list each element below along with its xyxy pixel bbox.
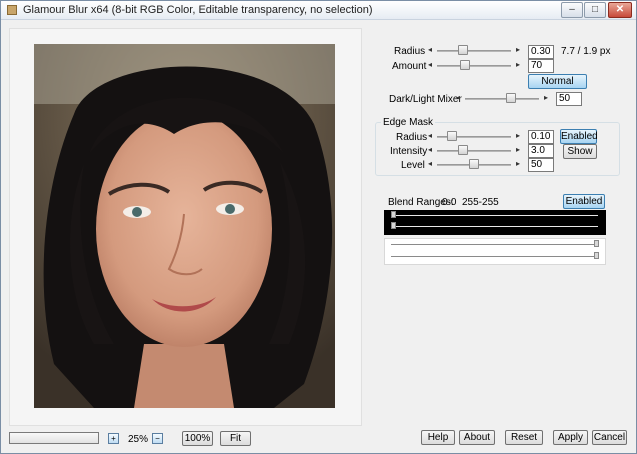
dark-light-label: Dark/Light Mixer <box>389 94 462 105</box>
blend-range-low: 0-0 <box>442 197 457 208</box>
apply-button[interactable]: Apply <box>553 430 588 445</box>
intensity-slider[interactable]: ◂ ▸ <box>428 145 520 156</box>
edge-mask-show-button[interactable]: Show <box>563 144 597 159</box>
blend-enabled-button[interactable]: Enabled <box>563 194 605 209</box>
radius-slider[interactable]: ◂ ▸ <box>428 45 520 56</box>
amount-input[interactable]: 70 <box>528 59 554 73</box>
level-label: Level <box>401 160 425 171</box>
plugin-window: Glamour Blur x64 (8-bit RGB Color, Edita… <box>0 0 637 454</box>
blend-range-dark-bar[interactable] <box>384 210 606 235</box>
intensity-input[interactable]: 3.0 <box>528 144 554 158</box>
progress-bar <box>9 432 99 444</box>
window-title: Glamour Blur x64 (8-bit RGB Color, Edita… <box>23 4 373 16</box>
dark-light-slider[interactable]: ◂ ▸ <box>456 93 548 104</box>
level-slider[interactable]: ◂ ▸ <box>428 159 520 170</box>
app-icon <box>7 5 17 15</box>
dark-light-input[interactable]: 50 <box>556 92 582 106</box>
cancel-button[interactable]: Cancel <box>592 430 627 445</box>
intensity-slider-thumb[interactable] <box>458 145 469 155</box>
close-button[interactable]: ✕ <box>608 2 632 18</box>
edge-radius-slider[interactable]: ◂ ▸ <box>428 131 520 142</box>
edge-radius-label: Radius <box>396 132 428 143</box>
zoom-out-icon[interactable]: − <box>152 433 163 444</box>
edge-mask-enabled-button[interactable]: Enabled <box>560 129 598 144</box>
blend-light-low-handle[interactable] <box>594 240 599 247</box>
intensity-label: Intensity <box>390 146 428 157</box>
preview-image[interactable] <box>34 44 335 408</box>
edge-mask-title: Edge Mask <box>381 117 436 128</box>
fit-button[interactable]: Fit <box>220 431 251 446</box>
blend-range-light-bar[interactable] <box>384 238 606 265</box>
help-button[interactable]: Help <box>421 430 455 445</box>
amount-slider-thumb[interactable] <box>460 60 471 70</box>
edge-radius-input[interactable]: 0.10 <box>528 130 554 144</box>
zoom-100-button[interactable]: 100% <box>182 431 213 446</box>
title-bar[interactable]: Glamour Blur x64 (8-bit RGB Color, Edita… <box>1 1 636 20</box>
zoom-percent: 25% <box>128 434 149 445</box>
radius-slider-thumb[interactable] <box>458 45 469 55</box>
dark-light-slider-thumb[interactable] <box>505 93 516 103</box>
portrait-photo <box>34 44 335 408</box>
level-slider-thumb[interactable] <box>469 159 479 169</box>
maximize-button[interactable]: □ <box>584 2 606 18</box>
level-input[interactable]: 50 <box>528 158 554 172</box>
amount-label: Amount <box>392 61 427 72</box>
minimize-button[interactable]: – <box>561 2 583 18</box>
blend-range-high: 255-255 <box>462 197 499 208</box>
radius-input[interactable]: 0.30 <box>528 45 554 59</box>
edge-radius-slider-thumb[interactable] <box>446 131 457 141</box>
blend-light-high-handle[interactable] <box>594 252 599 259</box>
mode-normal-button[interactable]: Normal <box>528 74 587 89</box>
blend-dark-low-handle[interactable] <box>391 211 396 218</box>
radius-label: Radius <box>394 46 426 57</box>
radius-readout: 7.7 / 1.9 px <box>561 46 611 57</box>
zoom-in-icon[interactable]: + <box>108 433 119 444</box>
amount-slider[interactable]: ◂ ▸ <box>428 60 520 71</box>
reset-button[interactable]: Reset <box>505 430 543 445</box>
about-button[interactable]: About <box>459 430 495 445</box>
blend-dark-high-handle[interactable] <box>391 222 396 229</box>
